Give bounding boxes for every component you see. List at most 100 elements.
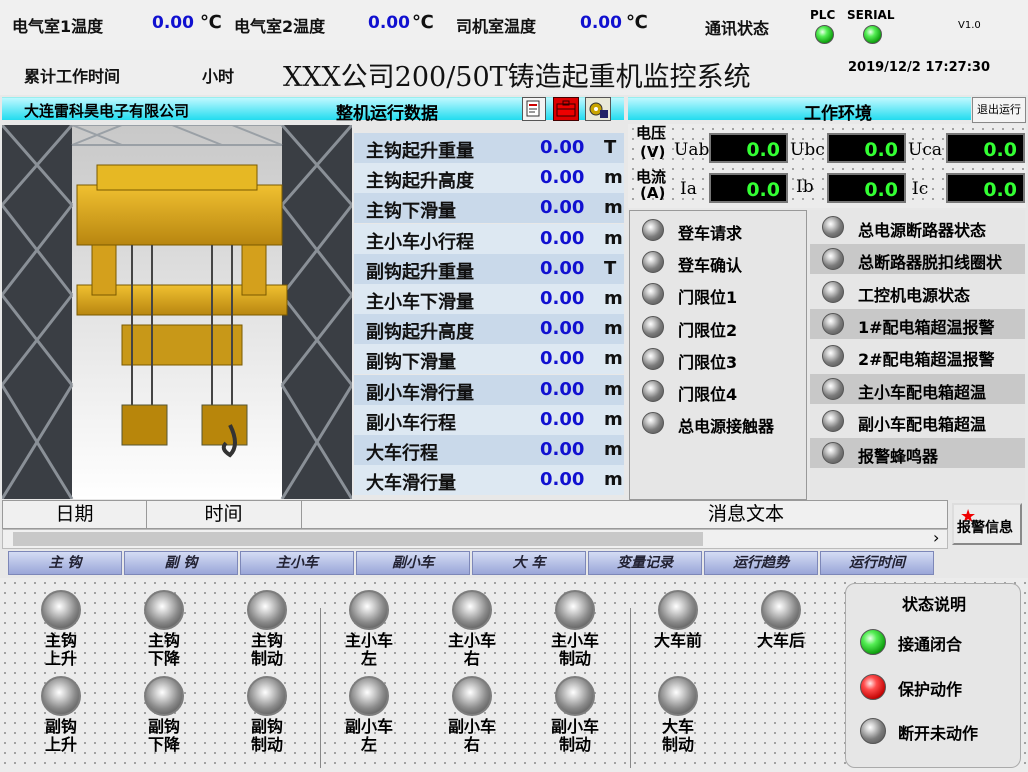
status-lamp-icon (642, 219, 664, 241)
run-data-label: 主小车小行程 (366, 231, 474, 253)
driver-temp-value: 0.00 (580, 13, 622, 33)
power-status-item: 副小车配电箱超温 (810, 405, 1025, 436)
power-status-item: 工控机电源状态 (810, 276, 1025, 307)
control-label: 左 (360, 735, 377, 754)
tab-6[interactable]: 运行趋势 (704, 551, 818, 575)
run-data-value: 0.00 (540, 227, 585, 249)
col-message[interactable]: 消息文本 (708, 501, 784, 528)
run-data-title: 整机运行数据 (336, 104, 438, 124)
alarm-info-button[interactable]: ★ 报警信息 (952, 503, 1022, 545)
run-data-row: 主小车下滑量 0.00 m (354, 284, 624, 314)
door-status-panel: 登车请求 登车确认 门限位1 门限位2 门限位3 门限位4 总电源接触器 (629, 210, 807, 500)
legend-item: 断开未动作 (898, 724, 979, 743)
control-label: 主小车 (550, 631, 599, 650)
alarm-table-header: 日期 时间 消息文本 (2, 500, 948, 529)
document-icon[interactable] (522, 97, 546, 121)
driver-temp-label: 司机室温度 (456, 17, 537, 36)
scroll-right-arrow[interactable]: › (933, 528, 939, 547)
tab-2[interactable]: 主小车 (240, 551, 354, 575)
power-status-item: 总电源断路器状态 (810, 212, 1025, 242)
control-label: 主钩 (250, 631, 283, 650)
run-data-label: 大车滑行量 (366, 473, 456, 495)
run-data-row: 大车行程 0.00 m (354, 435, 624, 465)
run-data-unit: m (604, 408, 623, 430)
page-title: XXX公司200/50T铸造起重机监控系统 (283, 62, 751, 93)
run-data-value: 0.00 (540, 469, 585, 491)
control-label: 副钩 (44, 717, 77, 736)
control-label: 左 (360, 649, 377, 668)
control-indicator: 副小车右 (429, 676, 515, 754)
status-label: 报警蜂鸣器 (858, 447, 939, 467)
control-label: 主小车 (344, 631, 393, 650)
serial-status-lamp (863, 25, 882, 44)
run-data-unit: m (604, 197, 623, 219)
ia-display: 0.0 (709, 173, 788, 203)
tab-1[interactable]: 副 钩 (124, 551, 238, 575)
plc-label: PLC (810, 8, 836, 22)
tab-5[interactable]: 变量记录 (588, 551, 702, 575)
legend-title: 状态说明 (902, 595, 967, 614)
control-label: 制动 (250, 649, 283, 668)
top-status-bar: 电气室1温度 0.00 ℃ 电气室2温度 0.00 ℃ 司机室温度 0.00 ℃… (0, 0, 1028, 51)
run-data-value: 0.00 (540, 348, 585, 370)
status-lamp-icon (822, 248, 844, 271)
settings-icon[interactable] (585, 97, 611, 121)
col-time[interactable]: 时间 (146, 501, 302, 528)
environment-header: 工作环境 (628, 97, 971, 124)
run-data-header: 大连雷科昊电子有限公司 整机运行数据 (2, 97, 624, 124)
control-label: 大车前 (653, 631, 702, 650)
ic-display: 0.0 (946, 173, 1025, 203)
ia-label: Ia (680, 179, 697, 199)
run-data-label: 大车行程 (366, 443, 438, 464)
tab-3[interactable]: 副小车 (356, 551, 470, 575)
alarm-scrollbar[interactable]: › (2, 528, 948, 549)
uca-label: Uca (908, 140, 942, 160)
run-data-unit: m (604, 469, 623, 491)
status-label: 登车请求 (678, 224, 743, 243)
run-data-row: 副钩下滑量 0.00 m (354, 344, 624, 375)
control-indicator: 副钩 制动 (224, 676, 310, 754)
control-label: 大车后 (756, 631, 805, 650)
tab-0[interactable]: 主 钩 (8, 551, 122, 575)
version-label: V1.0 (958, 20, 981, 31)
control-label: 主小车 (447, 631, 496, 650)
run-data-unit: m (604, 167, 623, 189)
control-indicator: 大车后 (738, 590, 824, 650)
run-data-value: 0.00 (540, 288, 585, 309)
door-status-item: 门限位4 (630, 376, 806, 406)
temp2-unit: ℃ (412, 12, 434, 33)
legend-item: 保护动作 (898, 680, 963, 699)
indicator-lamp-icon (349, 676, 389, 716)
door-status-item: 门限位3 (630, 344, 806, 374)
plc-status-lamp (815, 25, 834, 44)
status-lamp-icon (822, 409, 844, 432)
exit-run-button[interactable]: 退出运行 (972, 97, 1026, 123)
indicator-lamp-icon (658, 676, 698, 716)
run-data-label: 副钩起升高度 (366, 322, 474, 344)
tab-4[interactable]: 大 车 (472, 551, 586, 575)
electric-meters-panel: 电压 (V) Uab 0.0 Ubc 0.0 Uca 0.0 电流 (A) Ia… (628, 124, 1026, 208)
indicator-lamp-icon (555, 676, 595, 716)
col-date[interactable]: 日期 (3, 501, 147, 528)
datetime-display: 2019/12/2 17:27:30 (848, 60, 991, 75)
legend-item: 接通闭合 (898, 635, 963, 654)
status-label: 门限位4 (678, 385, 738, 404)
control-indicator: 副小车左 (326, 676, 412, 754)
status-label: 门限位3 (678, 352, 738, 372)
run-data-row: 副小车滑行量 0.00 m (354, 374, 624, 405)
power-status-panel: 总电源断路器状态 总断路器脱扣线圈状 工控机电源状态 1#配电箱超温报警 2#配电箱超温… (810, 210, 1025, 500)
gray-lamp-icon (860, 718, 886, 744)
tab-7[interactable]: 运行时间 (820, 551, 934, 575)
toolbox-icon[interactable] (553, 97, 579, 121)
alarm-info-label: 报警信息 (957, 520, 1013, 536)
red-lamp-icon (860, 674, 886, 700)
run-data-row: 副钩起升高度 0.00 m (354, 314, 624, 345)
control-label: 副钩 (250, 717, 283, 736)
run-data-label: 副钩下滑量 (366, 352, 456, 374)
run-data-unit: m (604, 348, 623, 370)
scrollbar-thumb[interactable] (13, 532, 703, 546)
control-label: 制动 (661, 735, 694, 754)
power-status-item: 2#配电箱超温报警 (810, 341, 1025, 372)
status-legend: 状态说明 接通闭合 保护动作 断开未动作 (845, 583, 1021, 768)
control-label: 下降 (147, 735, 180, 754)
